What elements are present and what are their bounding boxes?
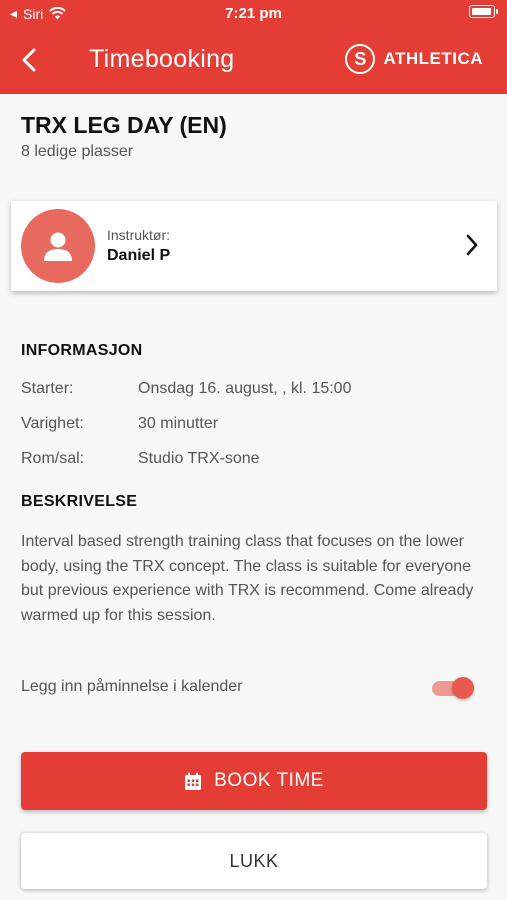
close-button[interactable]: LUKK <box>21 833 487 889</box>
class-title: TRX LEG DAY (EN) <box>21 112 227 138</box>
page-title: Timebooking <box>89 45 235 73</box>
battery-icon <box>469 5 498 18</box>
instructor-card[interactable]: Instruktør: Daniel P <box>11 201 497 291</box>
info-label-duration: Varighet: <box>21 415 84 432</box>
book-time-label: BOOK TIME <box>214 770 324 791</box>
brand-name: ATHLETICA <box>383 49 483 68</box>
instructor-name: Daniel P <box>107 247 171 264</box>
info-value-duration: 30 minutter <box>138 415 219 432</box>
info-heading: INFORMASJON <box>21 342 143 359</box>
calendar-icon <box>185 772 202 790</box>
reminder-label: Legg inn påminnelse i kalender <box>21 678 243 695</box>
app-header: ◂ Siri 7:21 pm Timebooking S ATHLETICA <box>0 0 507 94</box>
status-right <box>469 5 498 18</box>
back-button[interactable] <box>14 44 44 76</box>
info-value-room: Studio TRX-sone <box>138 450 260 467</box>
avatar <box>21 209 95 283</box>
toggle-knob <box>452 677 474 699</box>
info-label-room: Rom/sal: <box>21 450 85 467</box>
description-text: Interval based strength training class t… <box>21 533 474 624</box>
reminder-toggle[interactable] <box>430 677 474 699</box>
chevron-left-icon <box>22 48 36 72</box>
person-icon <box>44 232 72 261</box>
description-heading: BESKRIVELSE <box>21 493 138 510</box>
brand-mark-icon: S <box>345 44 376 74</box>
info-label-start: Starter: <box>21 380 74 397</box>
status-bar: ◂ Siri 7:21 pm <box>0 0 507 28</box>
instructor-label: Instruktør: <box>107 227 171 243</box>
availability-text: 8 ledige plasser <box>21 143 134 160</box>
brand-logo: S ATHLETICA <box>345 44 483 74</box>
status-time: 7:21 pm <box>225 5 282 22</box>
book-time-button[interactable]: BOOK TIME <box>21 752 487 810</box>
chevron-right-icon <box>466 234 478 256</box>
info-value-start: Onsdag 16. august, , kl. 15:00 <box>138 380 352 397</box>
